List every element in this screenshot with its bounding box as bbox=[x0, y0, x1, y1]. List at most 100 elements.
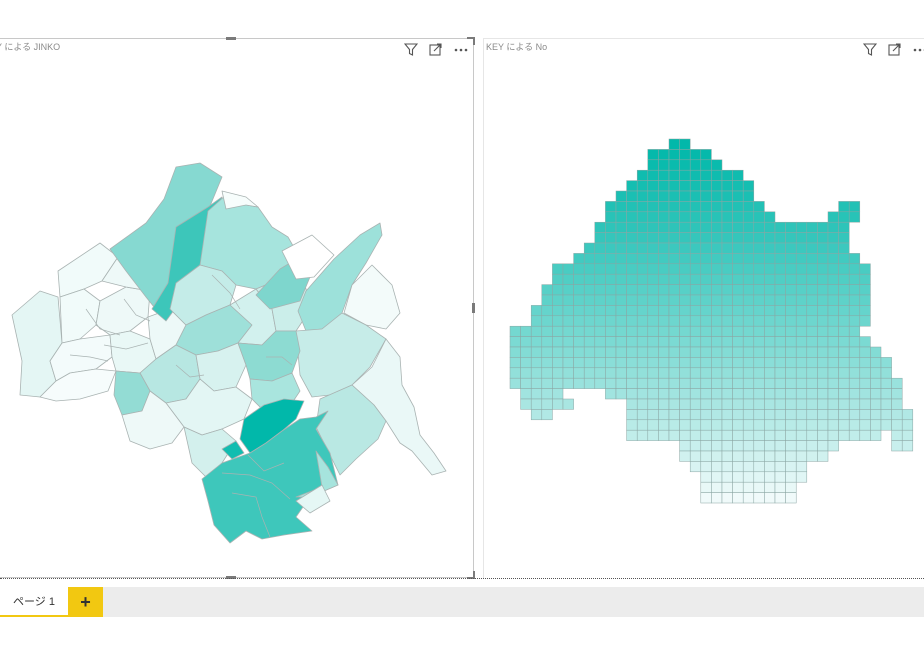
grid-cell[interactable] bbox=[795, 315, 808, 327]
grid-cell[interactable] bbox=[732, 471, 744, 483]
grid-cell[interactable] bbox=[827, 346, 839, 358]
grid-cell[interactable] bbox=[711, 325, 723, 337]
grid-cell[interactable] bbox=[827, 253, 839, 265]
grid-cell[interactable] bbox=[742, 461, 755, 473]
grid-cell[interactable] bbox=[689, 242, 702, 254]
grid-cell[interactable] bbox=[711, 232, 723, 244]
grid-cell[interactable] bbox=[827, 315, 839, 327]
grid-cell[interactable] bbox=[668, 232, 680, 244]
grid-cell[interactable] bbox=[806, 221, 818, 233]
grid-cell[interactable] bbox=[742, 221, 755, 233]
grid-cell[interactable] bbox=[573, 253, 585, 265]
grid-cell[interactable] bbox=[573, 294, 585, 306]
grid-cell[interactable] bbox=[658, 159, 670, 171]
grid-cell[interactable] bbox=[562, 346, 574, 358]
grid-cell[interactable] bbox=[615, 273, 627, 285]
grid-cell[interactable] bbox=[891, 440, 903, 452]
grid-cell[interactable] bbox=[594, 221, 606, 233]
grid-cell[interactable] bbox=[785, 450, 797, 462]
grid-cell[interactable] bbox=[753, 409, 765, 421]
grid-cell[interactable] bbox=[658, 263, 670, 275]
grid-cell[interactable] bbox=[827, 388, 839, 400]
grid-cell[interactable] bbox=[764, 481, 776, 493]
grid-cell[interactable] bbox=[700, 169, 712, 181]
grid-cell[interactable] bbox=[732, 325, 744, 337]
grid-cell[interactable] bbox=[583, 315, 596, 327]
grid-cell[interactable] bbox=[785, 346, 797, 358]
grid-cell[interactable] bbox=[615, 388, 627, 400]
grid-cell[interactable] bbox=[689, 294, 702, 306]
grid-cell[interactable] bbox=[552, 336, 564, 348]
grid-cell[interactable] bbox=[573, 284, 585, 296]
grid-cell[interactable] bbox=[774, 253, 786, 265]
grid-cell[interactable] bbox=[732, 377, 744, 389]
grid-cell[interactable] bbox=[647, 305, 659, 317]
grid-cell[interactable] bbox=[636, 367, 649, 379]
grid-cell[interactable] bbox=[806, 429, 818, 441]
grid-cell[interactable] bbox=[859, 273, 871, 285]
grid-cell[interactable] bbox=[721, 180, 733, 192]
grid-cell[interactable] bbox=[573, 346, 585, 358]
grid-cell[interactable] bbox=[774, 419, 786, 431]
grid-cell[interactable] bbox=[774, 440, 786, 452]
grid-cell[interactable] bbox=[785, 263, 797, 275]
grid-cell[interactable] bbox=[774, 263, 786, 275]
grid-cell[interactable] bbox=[711, 190, 723, 202]
grid-cell[interactable] bbox=[764, 419, 776, 431]
grid-cell[interactable] bbox=[785, 253, 797, 265]
grid-cell[interactable] bbox=[636, 180, 649, 192]
grid-cell[interactable] bbox=[795, 440, 808, 452]
grid-cell[interactable] bbox=[658, 325, 670, 337]
grid-cell[interactable] bbox=[541, 388, 553, 400]
grid-cell[interactable] bbox=[615, 336, 627, 348]
grid-cell[interactable] bbox=[817, 367, 829, 379]
grid-cell[interactable] bbox=[605, 346, 617, 358]
grid-cell[interactable] bbox=[817, 284, 829, 296]
grid-cell[interactable] bbox=[668, 305, 680, 317]
grid-cell[interactable] bbox=[848, 419, 861, 431]
grid-cell[interactable] bbox=[636, 315, 649, 327]
grid-cell[interactable] bbox=[711, 429, 723, 441]
grid-cell[interactable] bbox=[615, 294, 627, 306]
grid-cell[interactable] bbox=[732, 211, 744, 223]
grid-cell[interactable] bbox=[679, 294, 691, 306]
grid-cell[interactable] bbox=[626, 409, 638, 421]
grid-cell[interactable] bbox=[562, 273, 574, 285]
grid-cell[interactable] bbox=[806, 419, 818, 431]
grid-cell[interactable] bbox=[764, 315, 776, 327]
grid-cell[interactable] bbox=[753, 201, 765, 213]
grid-cell[interactable] bbox=[700, 481, 712, 493]
grid-cell[interactable] bbox=[541, 346, 553, 358]
grid-cell[interactable] bbox=[774, 357, 786, 369]
grid-cell[interactable] bbox=[838, 284, 850, 296]
grid-cell[interactable] bbox=[891, 388, 903, 400]
grid-cell[interactable] bbox=[711, 377, 723, 389]
grid-cell[interactable] bbox=[700, 429, 712, 441]
grid-cell[interactable] bbox=[774, 305, 786, 317]
grid-cell[interactable] bbox=[626, 253, 638, 265]
grid-cell[interactable] bbox=[817, 242, 829, 254]
grid-cell[interactable] bbox=[764, 253, 776, 265]
grid-cell[interactable] bbox=[732, 357, 744, 369]
grid-cell[interactable] bbox=[827, 440, 839, 452]
grid-cell[interactable] bbox=[615, 305, 627, 317]
grid-cell[interactable] bbox=[806, 377, 818, 389]
grid-cell[interactable] bbox=[880, 409, 892, 421]
grid-cell[interactable] bbox=[785, 367, 797, 379]
grid-cell[interactable] bbox=[605, 263, 617, 275]
grid-cell[interactable] bbox=[605, 232, 617, 244]
grid-cell[interactable] bbox=[859, 305, 871, 317]
grid-cell[interactable] bbox=[764, 409, 776, 421]
grid-cell[interactable] bbox=[711, 305, 723, 317]
grid-cell[interactable] bbox=[689, 159, 702, 171]
grid-cell[interactable] bbox=[859, 346, 871, 358]
grid-cell[interactable] bbox=[605, 294, 617, 306]
grid-cell[interactable] bbox=[806, 284, 818, 296]
grid-cell[interactable] bbox=[848, 315, 861, 327]
grid-cell[interactable] bbox=[848, 263, 861, 275]
grid-cell[interactable] bbox=[732, 398, 744, 410]
grid-cell[interactable] bbox=[785, 232, 797, 244]
map-region[interactable] bbox=[11, 290, 63, 398]
grid-cell[interactable] bbox=[594, 263, 606, 275]
grid-cell[interactable] bbox=[647, 284, 659, 296]
